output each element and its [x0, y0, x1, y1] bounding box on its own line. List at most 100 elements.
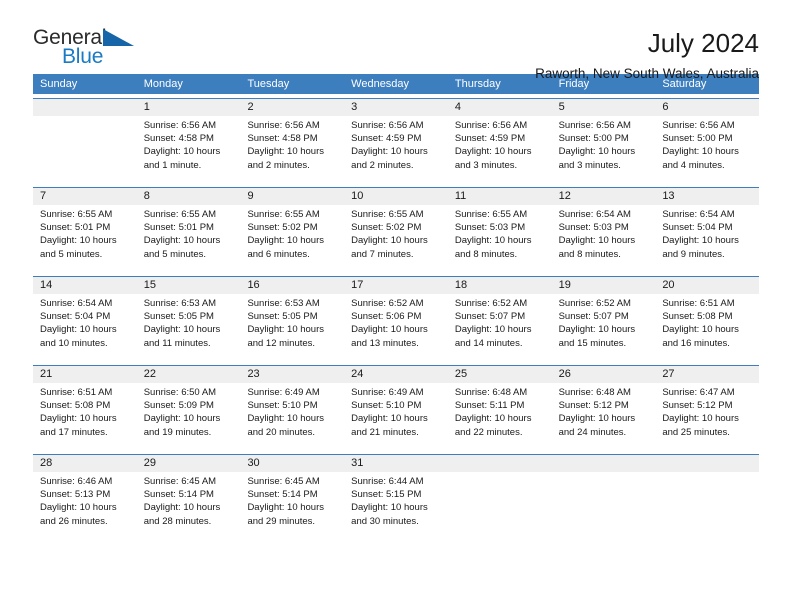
day-info: Sunrise: 6:56 AM Sunset: 4:59 PM Dayligh… [448, 116, 552, 172]
day-number: 28 [33, 455, 137, 472]
calendar-day-cell[interactable]: 26 Sunrise: 6:48 AM Sunset: 5:12 PM Dayl… [551, 366, 656, 450]
calendar-day-cell[interactable]: 27 Sunrise: 6:47 AM Sunset: 5:12 PM Dayl… [655, 366, 760, 450]
day-info: Sunrise: 6:54 AM Sunset: 5:04 PM Dayligh… [655, 205, 759, 261]
weekday-header-tuesday: Tuesday [247, 78, 290, 90]
calendar-week-row: 21 Sunrise: 6:51 AM Sunset: 5:08 PM Dayl… [33, 365, 760, 450]
sunrise-text: Sunrise: 6:55 AM [351, 209, 424, 220]
calendar-day-cell[interactable]: 25 Sunrise: 6:48 AM Sunset: 5:11 PM Dayl… [447, 366, 552, 450]
calendar-day-cell[interactable]: 1 Sunrise: 6:56 AM Sunset: 4:58 PM Dayli… [136, 99, 241, 183]
calendar-day-cell[interactable]: 24 Sunrise: 6:49 AM Sunset: 5:10 PM Dayl… [344, 366, 448, 450]
day-number: 2 [240, 99, 345, 116]
day-number [655, 455, 760, 472]
calendar-day-cell[interactable]: 14 Sunrise: 6:54 AM Sunset: 5:04 PM Dayl… [33, 277, 137, 361]
sunset-text: Sunset: 5:03 PM [454, 222, 526, 234]
day-info: Sunrise: 6:51 AM Sunset: 5:08 PM Dayligh… [33, 383, 137, 439]
calendar-day-cell[interactable] [447, 455, 552, 539]
sunrise-text: Sunrise: 6:49 AM [351, 387, 424, 398]
daylight-text: Daylight: 10 hours and 14 minutes. [454, 324, 532, 349]
day-info: Sunrise: 6:56 AM Sunset: 4:59 PM Dayligh… [344, 116, 448, 172]
weekday-header-thursday: Thursday [454, 78, 501, 90]
day-info: Sunrise: 6:55 AM Sunset: 5:02 PM Dayligh… [344, 205, 448, 261]
sunrise-text: Sunrise: 6:46 AM [40, 476, 113, 487]
calendar-day-cell[interactable]: 21 Sunrise: 6:51 AM Sunset: 5:08 PM Dayl… [33, 366, 137, 450]
calendar-day-cell[interactable]: 16 Sunrise: 6:53 AM Sunset: 5:05 PM Dayl… [240, 277, 345, 361]
calendar-day-cell[interactable]: 19 Sunrise: 6:52 AM Sunset: 5:07 PM Dayl… [551, 277, 656, 361]
day-info: Sunrise: 6:55 AM Sunset: 5:01 PM Dayligh… [33, 205, 137, 261]
calendar-day-cell[interactable]: 23 Sunrise: 6:49 AM Sunset: 5:10 PM Dayl… [240, 366, 345, 450]
calendar-day-cell[interactable]: 7 Sunrise: 6:55 AM Sunset: 5:01 PM Dayli… [33, 188, 137, 272]
sunset-text: Sunset: 5:00 PM [558, 133, 629, 145]
calendar-day-cell[interactable]: 8 Sunrise: 6:55 AM Sunset: 5:01 PM Dayli… [136, 188, 241, 272]
calendar-day-cell[interactable]: 18 Sunrise: 6:52 AM Sunset: 5:07 PM Dayl… [447, 277, 552, 361]
calendar-day-cell[interactable]: 15 Sunrise: 6:53 AM Sunset: 5:05 PM Dayl… [136, 277, 241, 361]
calendar-day-cell[interactable]: 30 Sunrise: 6:45 AM Sunset: 5:14 PM Dayl… [240, 455, 345, 539]
day-number: 6 [655, 99, 760, 116]
sunrise-text: Sunrise: 6:52 AM [558, 298, 631, 309]
calendar-day-cell[interactable]: 20 Sunrise: 6:51 AM Sunset: 5:08 PM Dayl… [655, 277, 760, 361]
calendar-day-cell[interactable] [551, 455, 656, 539]
sunrise-text: Sunrise: 6:54 AM [558, 209, 631, 220]
calendar-day-cell[interactable]: 11 Sunrise: 6:55 AM Sunset: 5:03 PM Dayl… [447, 188, 552, 272]
weekday-header-wednesday: Wednesday [351, 78, 410, 90]
day-number: 25 [447, 366, 552, 383]
calendar-week-row: 14 Sunrise: 6:54 AM Sunset: 5:04 PM Dayl… [33, 276, 760, 361]
daylight-text: Daylight: 10 hours and 2 minutes. [247, 146, 325, 171]
calendar-day-cell[interactable]: 9 Sunrise: 6:55 AM Sunset: 5:02 PM Dayli… [240, 188, 345, 272]
daylight-text: Daylight: 10 hours and 26 minutes. [40, 502, 117, 527]
calendar-day-cell[interactable]: 31 Sunrise: 6:44 AM Sunset: 5:15 PM Dayl… [344, 455, 448, 539]
sunset-text: Sunset: 5:14 PM [143, 489, 214, 501]
day-number: 23 [240, 366, 345, 383]
day-number: 3 [344, 99, 448, 116]
calendar-grid: Sunday Monday Tuesday Wednesday Thursday… [33, 74, 760, 539]
day-number: 29 [136, 455, 241, 472]
calendar-day-cell[interactable]: 5 Sunrise: 6:56 AM Sunset: 5:00 PM Dayli… [551, 99, 656, 183]
weekday-header-sunday: Sunday [40, 78, 78, 90]
sunset-text: Sunset: 4:59 PM [454, 133, 526, 145]
sunrise-text: Sunrise: 6:48 AM [558, 387, 631, 398]
day-number: 19 [551, 277, 656, 294]
day-number: 27 [655, 366, 760, 383]
calendar-day-cell[interactable]: 17 Sunrise: 6:52 AM Sunset: 5:06 PM Dayl… [344, 277, 448, 361]
sunrise-text: Sunrise: 6:44 AM [351, 476, 424, 487]
calendar-day-cell[interactable]: 3 Sunrise: 6:56 AM Sunset: 4:59 PM Dayli… [344, 99, 448, 183]
day-info: Sunrise: 6:50 AM Sunset: 5:09 PM Dayligh… [137, 383, 241, 439]
calendar-day-cell[interactable]: 13 Sunrise: 6:54 AM Sunset: 5:04 PM Dayl… [655, 188, 760, 272]
calendar-day-cell[interactable]: 12 Sunrise: 6:54 AM Sunset: 5:03 PM Dayl… [551, 188, 656, 272]
sunset-text: Sunset: 5:01 PM [143, 222, 214, 234]
sunset-text: Sunset: 5:01 PM [40, 222, 111, 234]
daylight-text: Daylight: 10 hours and 16 minutes. [662, 324, 739, 349]
daylight-text: Daylight: 10 hours and 15 minutes. [558, 324, 636, 349]
sunrise-text: Sunrise: 6:45 AM [247, 476, 320, 487]
calendar-day-cell[interactable]: 4 Sunrise: 6:56 AM Sunset: 4:59 PM Dayli… [447, 99, 552, 183]
day-info: Sunrise: 6:48 AM Sunset: 5:12 PM Dayligh… [552, 383, 656, 439]
sunrise-text: Sunrise: 6:47 AM [662, 387, 735, 398]
day-info: Sunrise: 6:53 AM Sunset: 5:05 PM Dayligh… [137, 294, 241, 350]
daylight-text: Daylight: 10 hours and 12 minutes. [247, 324, 325, 349]
calendar-day-cell[interactable]: 10 Sunrise: 6:55 AM Sunset: 5:02 PM Dayl… [344, 188, 448, 272]
calendar-day-cell[interactable]: 2 Sunrise: 6:56 AM Sunset: 4:58 PM Dayli… [240, 99, 345, 183]
day-number [33, 99, 137, 116]
day-number: 16 [240, 277, 345, 294]
sunrise-text: Sunrise: 6:51 AM [40, 387, 113, 398]
general-blue-logo[interactable]: General Blue [33, 27, 153, 75]
calendar-day-cell[interactable]: 28 Sunrise: 6:46 AM Sunset: 5:13 PM Dayl… [33, 455, 137, 539]
day-number: 18 [447, 277, 552, 294]
sunset-text: Sunset: 5:10 PM [351, 400, 422, 412]
daylight-text: Daylight: 10 hours and 24 minutes. [558, 413, 636, 438]
day-info: Sunrise: 6:56 AM Sunset: 5:00 PM Dayligh… [655, 116, 759, 172]
calendar-day-cell[interactable]: 22 Sunrise: 6:50 AM Sunset: 5:09 PM Dayl… [136, 366, 241, 450]
daylight-text: Daylight: 10 hours and 10 minutes. [40, 324, 117, 349]
calendar-day-cell[interactable]: 6 Sunrise: 6:56 AM Sunset: 5:00 PM Dayli… [655, 99, 760, 183]
day-number: 12 [551, 188, 656, 205]
calendar-day-cell[interactable] [33, 99, 137, 183]
calendar-week-row: 28 Sunrise: 6:46 AM Sunset: 5:13 PM Dayl… [33, 454, 760, 539]
sunrise-text: Sunrise: 6:56 AM [351, 120, 424, 131]
sunset-text: Sunset: 5:15 PM [351, 489, 422, 501]
day-number: 11 [447, 188, 552, 205]
calendar-day-cell[interactable] [655, 455, 760, 539]
sunrise-text: Sunrise: 6:54 AM [662, 209, 735, 220]
sunset-text: Sunset: 5:07 PM [558, 311, 629, 323]
daylight-text: Daylight: 10 hours and 8 minutes. [454, 235, 532, 260]
calendar-day-cell[interactable]: 29 Sunrise: 6:45 AM Sunset: 5:14 PM Dayl… [136, 455, 241, 539]
page-title: July 2024 [647, 28, 759, 58]
